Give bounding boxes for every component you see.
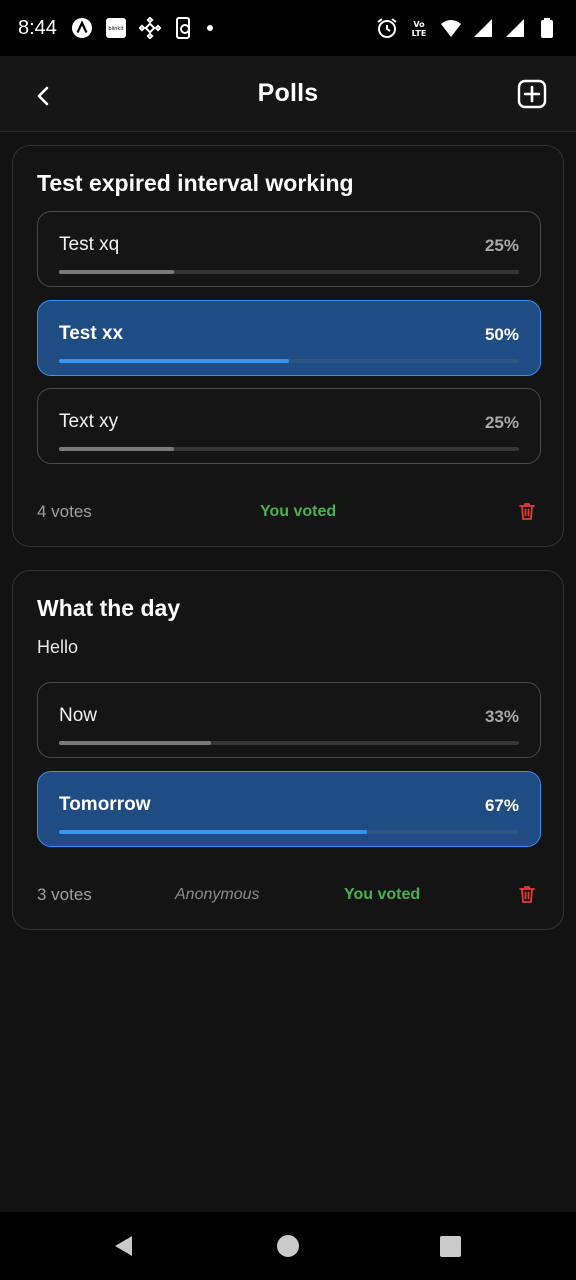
arc-icon <box>71 17 93 39</box>
poll-card: What the day Hello Now 33% Tomorrow 67% … <box>12 570 564 930</box>
svg-text:LTE: LTE <box>412 29 427 38</box>
option-progress-track <box>59 830 519 834</box>
anonymous-label: Anonymous <box>175 886 260 903</box>
delete-poll-button[interactable] <box>515 499 539 523</box>
trash-icon <box>519 886 535 903</box>
option-progress-fill <box>59 741 211 745</box>
option-progress-fill <box>59 830 368 834</box>
option-progress-track <box>59 447 519 451</box>
option-label: Now <box>59 705 98 726</box>
option-percent: 25% <box>484 413 519 432</box>
back-button[interactable] <box>26 78 62 114</box>
nav-back-icon[interactable] <box>112 1234 136 1258</box>
poll-card: Test expired interval working Test xq 25… <box>12 145 564 547</box>
binance-icon <box>138 17 161 39</box>
option-percent: 33% <box>484 707 519 726</box>
votes-count: 3 votes <box>37 885 92 904</box>
you-voted-label: You voted <box>260 503 337 520</box>
votes-count: 4 votes <box>37 502 92 521</box>
svg-text:blinkit: blinkit <box>108 26 123 32</box>
option-progress-track <box>59 270 519 274</box>
status-notification-icons: blinkit <box>71 17 213 39</box>
signal-icon <box>472 17 494 39</box>
battery-icon <box>536 17 558 39</box>
poll-title: Test expired interval working <box>37 170 354 196</box>
option-label: Text xy <box>59 411 119 432</box>
option-label: Test xq <box>59 234 120 255</box>
option-progress-fill <box>59 270 174 274</box>
plus-square-icon <box>517 79 547 109</box>
status-system-icons: Vo LTE <box>376 17 558 39</box>
you-voted-label: You voted <box>344 886 421 903</box>
option-percent: 25% <box>484 236 519 255</box>
option-percent: 50% <box>484 325 519 344</box>
option-progress-fill <box>59 447 174 451</box>
poll-option[interactable]: Test xq 25% <box>37 211 541 287</box>
poll-title: What the day <box>37 595 181 621</box>
option-progress-track <box>59 741 519 745</box>
app-header: Polls <box>0 56 576 132</box>
nav-home-icon[interactable] <box>277 1235 299 1257</box>
wifi-icon <box>440 17 462 39</box>
signal-icon <box>504 17 526 39</box>
option-label: Test xx <box>59 323 124 344</box>
phone-sync-icon <box>173 17 195 39</box>
poll-option-selected[interactable]: Test xx 50% <box>37 300 541 376</box>
status-time: 8:44 <box>18 16 57 39</box>
volte-icon: Vo LTE <box>408 17 430 39</box>
alarm-icon <box>376 17 398 39</box>
blinkit-icon: blinkit <box>105 17 127 39</box>
svg-text:Vo: Vo <box>413 20 425 29</box>
option-progress-fill <box>59 359 289 363</box>
poll-option-selected[interactable]: Tomorrow 67% <box>37 771 541 847</box>
poll-description: Hello <box>37 637 79 657</box>
page-title: Polls <box>257 79 319 107</box>
dot-icon <box>206 25 213 31</box>
trash-icon <box>519 503 535 520</box>
poll-option[interactable]: Text xy 25% <box>37 388 541 464</box>
add-poll-button[interactable] <box>514 76 550 112</box>
system-nav-bar <box>0 1212 576 1280</box>
option-progress-track <box>59 359 519 363</box>
option-label: Tomorrow <box>59 794 151 815</box>
status-bar: 8:44 blinkit Vo LTE <box>0 0 576 56</box>
chevron-left-icon <box>37 86 49 106</box>
option-percent: 67% <box>484 796 519 815</box>
nav-recents-icon[interactable] <box>440 1236 461 1257</box>
poll-option[interactable]: Now 33% <box>37 682 541 758</box>
delete-poll-button[interactable] <box>515 882 539 906</box>
